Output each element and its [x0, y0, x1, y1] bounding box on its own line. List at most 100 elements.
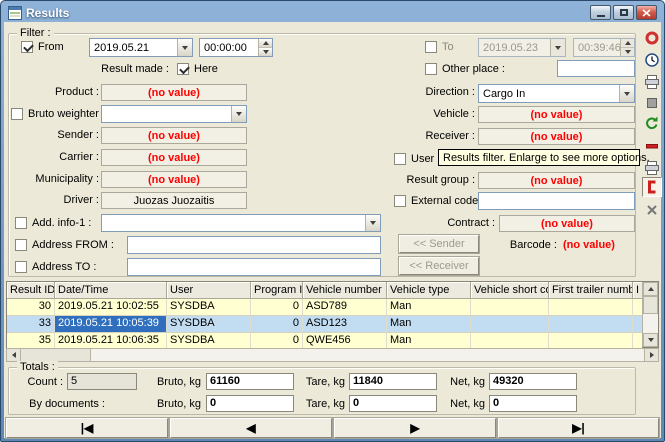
user-checkbox[interactable]: User : — [394, 152, 440, 166]
table-row-selected[interactable]: 33 2019.05.21 10:05:39 SYSDBA 0 ASD123 M… — [7, 316, 642, 333]
scroll-right-button[interactable] — [644, 349, 658, 361]
vehicle-field[interactable]: (no value) — [478, 106, 635, 123]
dropdown-button[interactable] — [365, 215, 380, 231]
vertical-scrollbar-track[interactable] — [643, 314, 658, 333]
spin-down-button[interactable] — [259, 48, 272, 56]
address-from-input[interactable] — [127, 236, 381, 254]
receiver-transfer-button[interactable]: << Receiver — [398, 256, 480, 276]
grid-cell[interactable]: 0 — [251, 316, 303, 332]
grid-cell[interactable] — [471, 316, 549, 332]
dropdown-button[interactable] — [550, 39, 565, 56]
grid-cell-focused[interactable]: 2019.05.21 10:05:39 — [55, 316, 167, 332]
checkbox-unchecked-icon[interactable] — [394, 153, 406, 165]
other-place-checkbox[interactable]: Other place : — [425, 62, 505, 76]
column-header[interactable]: Result ID — [7, 282, 55, 299]
dropdown-button[interactable] — [231, 106, 246, 122]
from-date-combo[interactable]: 2019.05.21 — [89, 38, 193, 57]
results-grid[interactable]: Result ID Date/Time User Program ID Vehi… — [6, 281, 659, 350]
driver-field[interactable]: Juozas Juozaitis — [101, 192, 247, 209]
grid-cell[interactable] — [633, 316, 642, 332]
grid-cell[interactable]: Man — [387, 333, 471, 349]
grid-cell[interactable]: Man — [387, 299, 471, 315]
to-time-spinner[interactable]: 00:39:46 — [573, 38, 635, 57]
spin-up-button[interactable] — [621, 39, 634, 48]
nav-last-button[interactable]: ▶| — [497, 417, 660, 439]
sender-field[interactable]: (no value) — [101, 127, 247, 144]
external-code-checkbox[interactable]: External code : — [394, 194, 484, 208]
grid-cell[interactable]: Man — [387, 316, 471, 332]
grid-cell[interactable]: 2019.05.21 10:06:35 — [55, 333, 167, 349]
spin-up-button[interactable] — [259, 39, 272, 48]
dropdown-button[interactable] — [177, 39, 192, 56]
checkbox-unchecked-icon[interactable] — [15, 239, 27, 251]
other-place-input[interactable] — [557, 60, 635, 77]
column-header[interactable]: Vehicle number — [303, 282, 387, 299]
grid-cell[interactable]: 35 — [7, 333, 55, 349]
to-date-combo[interactable]: 2019.05.23 — [478, 38, 566, 57]
column-header[interactable]: Vehicle short code — [471, 282, 549, 299]
grid-cell[interactable]: SYSDBA — [167, 299, 251, 315]
grid-cell[interactable]: 30 — [7, 299, 55, 315]
add-info1-checkbox[interactable]: Add. info-1 : — [15, 216, 91, 230]
grid-cell[interactable]: 0 — [251, 333, 303, 349]
titlebar[interactable]: Results — [4, 4, 661, 22]
checkbox-unchecked-icon[interactable] — [425, 41, 437, 53]
toolbar-button-refresh[interactable] — [642, 113, 662, 133]
grid-cell[interactable] — [549, 299, 633, 315]
toolbar-button-ring[interactable] — [642, 28, 662, 48]
grid-cell[interactable]: QWE456 — [303, 333, 387, 349]
direction-combo[interactable]: Cargo In — [478, 84, 635, 103]
add-info1-combo[interactable] — [101, 214, 381, 232]
scroll-down-button[interactable] — [643, 333, 658, 347]
grid-cell[interactable]: ASD789 — [303, 299, 387, 315]
to-checkbox[interactable]: To — [425, 40, 454, 54]
close-button[interactable] — [636, 5, 657, 20]
grid-horizontal-scrollbar[interactable] — [6, 348, 659, 362]
table-row[interactable]: 30 2019.05.21 10:02:55 SYSDBA 0 ASD789 M… — [7, 299, 642, 316]
scroll-up-button[interactable] — [643, 282, 658, 296]
checkbox-checked-icon[interactable] — [177, 63, 189, 75]
grid-cell[interactable]: ASD123 — [303, 316, 387, 332]
toolbar-button-print[interactable] — [642, 72, 662, 92]
vertical-scrollbar-thumb[interactable] — [643, 296, 658, 314]
external-code-input[interactable] — [478, 192, 635, 210]
checkbox-checked-icon[interactable] — [21, 41, 33, 53]
maximize-button[interactable] — [613, 5, 634, 20]
grid-cell[interactable] — [549, 333, 633, 349]
checkbox-unchecked-icon[interactable] — [394, 195, 406, 207]
contract-field[interactable]: (no value) — [499, 215, 635, 232]
checkbox-unchecked-icon[interactable] — [425, 63, 437, 75]
nav-prev-button[interactable]: ◀ — [169, 417, 333, 439]
horizontal-scrollbar-thumb[interactable] — [21, 349, 91, 361]
address-from-checkbox[interactable]: Address FROM : — [15, 238, 114, 252]
address-to-input[interactable] — [127, 258, 381, 276]
grid-cell[interactable]: 2019.05.21 10:02:55 — [55, 299, 167, 315]
grid-cell[interactable]: SYSDBA — [167, 316, 251, 332]
receiver-field[interactable]: (no value) — [478, 128, 635, 145]
address-to-checkbox[interactable]: Address TO : — [15, 260, 96, 274]
grid-cell[interactable]: SYSDBA — [167, 333, 251, 349]
scroll-left-button[interactable] — [7, 349, 21, 361]
toolbar-button-stop[interactable] — [642, 93, 662, 113]
grid-cell[interactable] — [471, 333, 549, 349]
from-time-spinner[interactable]: 00:00:00 — [199, 38, 273, 57]
column-header[interactable]: I — [633, 282, 642, 299]
column-header[interactable]: Program ID — [251, 282, 303, 299]
horizontal-scrollbar-track[interactable] — [91, 349, 644, 361]
product-field[interactable]: (no value) — [101, 84, 247, 101]
nav-next-button[interactable]: ▶ — [333, 417, 497, 439]
bruto-weighter-combo[interactable] — [101, 105, 247, 123]
minimize-button[interactable] — [590, 5, 611, 20]
here-checkbox[interactable]: Here — [177, 62, 218, 76]
column-header[interactable]: Date/Time — [55, 282, 167, 299]
grid-cell[interactable] — [633, 333, 642, 349]
from-checkbox[interactable]: From — [21, 40, 64, 54]
column-header[interactable]: First trailer number — [549, 282, 633, 299]
toolbar-button-delete[interactable] — [642, 200, 662, 220]
grid-vertical-scrollbar[interactable] — [642, 282, 658, 347]
grid-cell[interactable] — [471, 299, 549, 315]
grid-cell[interactable] — [549, 316, 633, 332]
grid-cell[interactable] — [633, 299, 642, 315]
checkbox-unchecked-icon[interactable] — [11, 108, 23, 120]
checkbox-unchecked-icon[interactable] — [15, 217, 27, 229]
